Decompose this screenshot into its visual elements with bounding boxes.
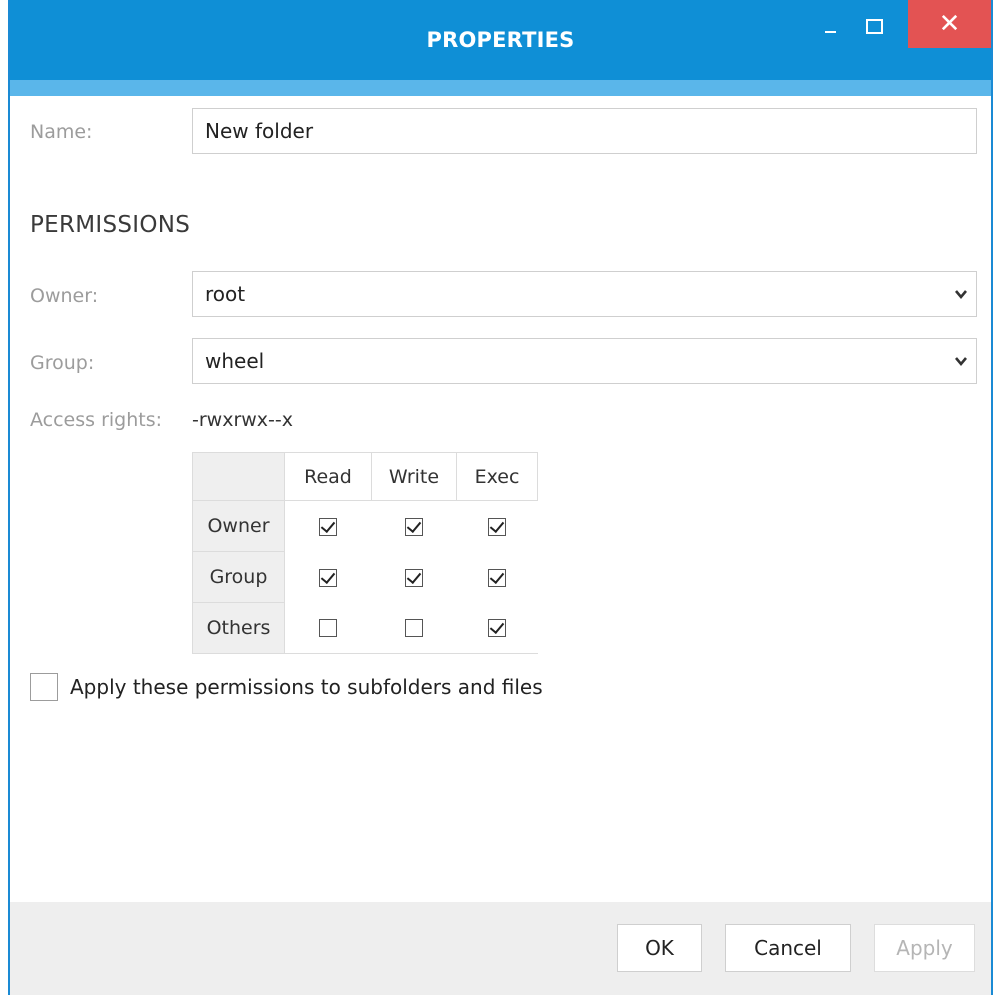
column-header-exec: Exec: [456, 452, 538, 501]
access-rights-value: -rwxrwx--x: [192, 409, 294, 431]
apply-subfolders-option[interactable]: Apply these permissions to subfolders an…: [30, 673, 543, 701]
title-bar[interactable]: PROPERTIES ✕: [10, 0, 991, 80]
cancel-button[interactable]: Cancel: [725, 924, 851, 972]
minimize-icon: [824, 31, 836, 33]
owner-label: Owner:: [30, 285, 99, 307]
owner-read-checkbox[interactable]: [319, 517, 338, 536]
others-exec-checkbox[interactable]: [488, 619, 506, 638]
column-header-read: Read: [284, 452, 372, 501]
group-write-checkbox[interactable]: [405, 568, 423, 587]
group-select-value: wheel: [205, 349, 265, 373]
apply-subfolders-checkbox[interactable]: [30, 673, 58, 701]
apply-button[interactable]: Apply: [874, 924, 975, 972]
name-input[interactable]: [192, 108, 977, 154]
owner-write-checkbox[interactable]: [405, 517, 423, 536]
others-write-checkbox[interactable]: [405, 619, 423, 638]
name-label: Name:: [30, 121, 93, 143]
group-exec-checkbox[interactable]: [488, 568, 506, 587]
access-rights-label: Access rights:: [30, 409, 163, 431]
ok-button[interactable]: OK: [617, 924, 702, 972]
table-row: Group: [192, 551, 538, 603]
apply-subfolders-label: Apply these permissions to subfolders an…: [70, 675, 543, 699]
title-accent-bar: [10, 80, 991, 96]
owner-select-value: root: [205, 282, 246, 306]
owner-select[interactable]: root: [192, 271, 977, 317]
permissions-table: Read Write Exec Owner Group Others: [192, 452, 538, 654]
maximize-button[interactable]: [854, 0, 894, 52]
chevron-down-icon: [955, 290, 967, 300]
permissions-heading: PERMISSIONS: [30, 212, 191, 238]
group-read-checkbox[interactable]: [319, 568, 338, 587]
row-header-others: Others: [192, 602, 285, 654]
owner-exec-checkbox[interactable]: [488, 517, 506, 536]
group-label: Group:: [30, 352, 95, 374]
row-header-group: Group: [192, 551, 285, 603]
table-row: Others: [192, 602, 538, 654]
close-icon: ✕: [938, 9, 961, 39]
chevron-down-icon: [955, 357, 967, 367]
minimize-button[interactable]: [810, 0, 850, 52]
properties-dialog: PROPERTIES ✕ Name: PERMISSIONS Owner: ro…: [8, 0, 993, 995]
others-read-checkbox[interactable]: [319, 619, 338, 638]
table-corner: [192, 452, 285, 501]
row-header-owner: Owner: [192, 500, 285, 552]
close-button[interactable]: ✕: [908, 0, 991, 48]
table-row: Owner: [192, 500, 538, 552]
maximize-icon: [865, 18, 883, 34]
group-select[interactable]: wheel: [192, 338, 977, 384]
column-header-write: Write: [371, 452, 457, 501]
